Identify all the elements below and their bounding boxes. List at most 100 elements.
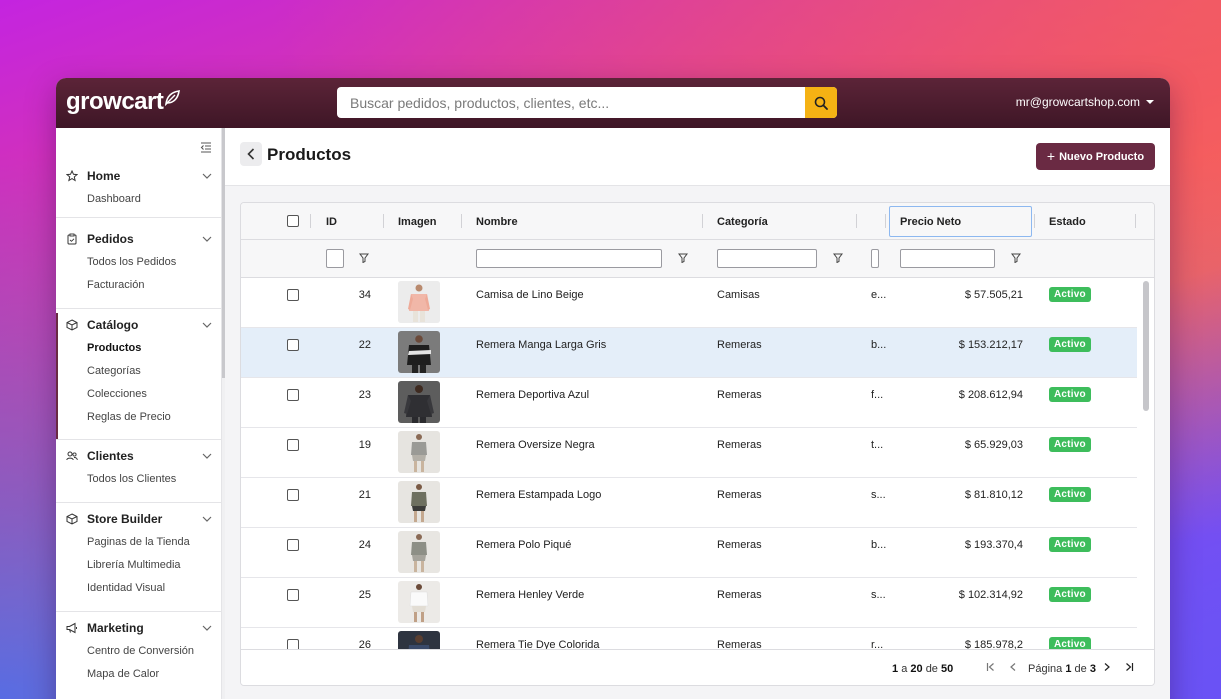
grid-scroll-thumb[interactable] [1143,281,1149,411]
column-separator[interactable] [856,214,857,228]
next-page-icon[interactable] [1103,662,1111,672]
products-grid: ID Imagen Nombre Categoría Precio Neto E… [240,202,1155,686]
row-checkbox[interactable] [287,539,299,551]
chevron-left-icon [247,148,255,160]
new-product-button[interactable]: + Nuevo Producto [1036,143,1155,170]
collapse-sidebar-icon[interactable] [200,140,212,158]
sidebar-item-libreria-multimedia[interactable]: Librería Multimedia [56,554,222,577]
row-checkbox[interactable] [287,339,299,351]
leaf-icon [165,90,181,106]
pagination-bar: 1 a 20 de 50 Página 1 de 3 [241,649,1154,685]
column-header-name[interactable]: Nombre [476,216,518,228]
back-button[interactable] [240,142,262,166]
cell-id: 23 [358,389,371,401]
sidebar-item-todos-clientes[interactable]: Todos los Clientes [56,468,222,491]
sidebar-item-todos-pedidos[interactable]: Todos los Pedidos [56,251,222,274]
nav-section-store-builder: Store Builder Paginas de la Tienda Libre… [56,507,222,612]
search-button[interactable] [805,87,837,118]
star-icon [65,169,79,183]
sidebar-item-productos[interactable]: Productos [56,337,222,360]
last-page-icon[interactable] [1124,662,1134,672]
nav-header-clientes[interactable]: Clientes [56,444,222,468]
status-badge: Activo [1049,337,1091,352]
cell-id: 19 [358,439,371,451]
search-input[interactable] [337,87,837,118]
search-icon [814,96,828,110]
filter-input-description[interactable] [871,249,879,268]
column-separator[interactable] [383,214,384,228]
table-row[interactable]: 34 Camisa de Lino Beige Camisas e... $ 5… [241,278,1137,328]
cell-category: Camisas [717,289,760,301]
grid-scrollbar[interactable] [1139,278,1154,650]
select-all-checkbox[interactable] [287,215,299,227]
filter-icon[interactable] [833,253,843,263]
table-row[interactable]: 21 Remera Estampada Logo Remeras s... $ … [241,478,1137,528]
filter-input-price[interactable] [900,249,995,268]
cell-category: Remeras [717,439,762,451]
table-row[interactable]: 25 Remera Henley Verde Remeras s... $ 10… [241,578,1137,628]
previous-page-icon[interactable] [1009,662,1017,672]
first-page-icon[interactable] [986,662,996,672]
table-row[interactable]: 24 Remera Polo Piqué Remeras b... $ 193.… [241,528,1137,578]
nav-label-home: Home [87,169,121,183]
column-header-category[interactable]: Categoría [717,216,768,228]
column-header-status[interactable]: Estado [1049,216,1086,228]
table-row[interactable]: 19 Remera Oversize Negra Remeras t... $ … [241,428,1137,478]
cell-name: Remera Deportiva Azul [476,389,590,401]
range-total: 50 [941,663,954,675]
sidebar-item-categorias[interactable]: Categorías [56,360,222,383]
brand-logo[interactable]: growcart [66,88,181,116]
user-menu[interactable]: mr@growcartshop.com [1016,95,1154,109]
nav-header-store-builder[interactable]: Store Builder [56,507,222,531]
filter-input-category[interactable] [717,249,817,268]
filter-input-id[interactable] [326,249,344,268]
sidebar-item-dashboard[interactable]: Dashboard [56,188,222,211]
table-row[interactable]: 23 Remera Deportiva Azul Remeras f... $ … [241,378,1137,428]
sidebar-item-colecciones[interactable]: Colecciones [56,383,222,406]
sidebar: Home Dashboard Pedidos Todos los Pedidos… [56,128,222,699]
page-title: Productos [267,145,352,164]
cell-description: b... [871,539,887,551]
column-header-id[interactable]: ID [326,216,337,228]
cell-id: 22 [358,339,371,351]
product-thumbnail [398,581,440,623]
cell-id: 21 [358,489,371,501]
cell-price: $ 208.612,94 [958,389,1023,401]
nav-header-home[interactable]: Home [56,164,222,188]
column-separator[interactable] [885,214,886,228]
row-checkbox[interactable] [287,439,299,451]
nav-header-pedidos[interactable]: Pedidos [56,227,222,251]
table-row[interactable]: 22 Remera Manga Larga Gris Remeras b... … [241,328,1137,378]
sidebar-item-reglas-precio[interactable]: Reglas de Precio [56,406,222,429]
row-checkbox[interactable] [287,389,299,401]
sidebar-item-identidad-visual[interactable]: Identidad Visual [56,577,222,600]
cell-name: Remera Manga Larga Gris [476,339,607,351]
sidebar-item-paginas-tienda[interactable]: Paginas de la Tienda [56,531,222,554]
nav-header-catalogo[interactable]: Catálogo [56,313,222,337]
filter-icon[interactable] [678,253,688,263]
cell-category: Remeras [717,339,762,351]
nav-header-marketing[interactable]: Marketing [56,616,222,640]
column-separator[interactable] [702,214,703,228]
filter-input-name[interactable] [476,249,662,268]
row-checkbox[interactable] [287,489,299,501]
cell-price: $ 102.314,92 [958,589,1023,601]
cell-price: $ 153.212,17 [958,339,1023,351]
sidebar-item-facturacion[interactable]: Facturación [56,274,222,297]
column-separator[interactable] [1135,214,1136,228]
column-header-image[interactable]: Imagen [398,216,437,228]
column-separator[interactable] [310,214,311,228]
filter-icon[interactable] [359,253,369,263]
cell-description: b... [871,339,887,351]
page-of: de [1074,663,1087,675]
column-separator[interactable] [1034,214,1035,228]
sidebar-item-centro-conversion[interactable]: Centro de Conversión [56,640,222,663]
filter-icon[interactable] [1011,253,1021,263]
table-row[interactable]: 26 Remera Tie Dye Colorida Remeras r... … [241,628,1137,650]
row-checkbox[interactable] [287,289,299,301]
row-checkbox[interactable] [287,589,299,601]
status-badge: Activo [1049,437,1091,452]
column-separator[interactable] [461,214,462,228]
column-header-price[interactable]: Precio Neto [900,216,961,228]
sidebar-item-mapa-calor[interactable]: Mapa de Calor [56,663,222,686]
